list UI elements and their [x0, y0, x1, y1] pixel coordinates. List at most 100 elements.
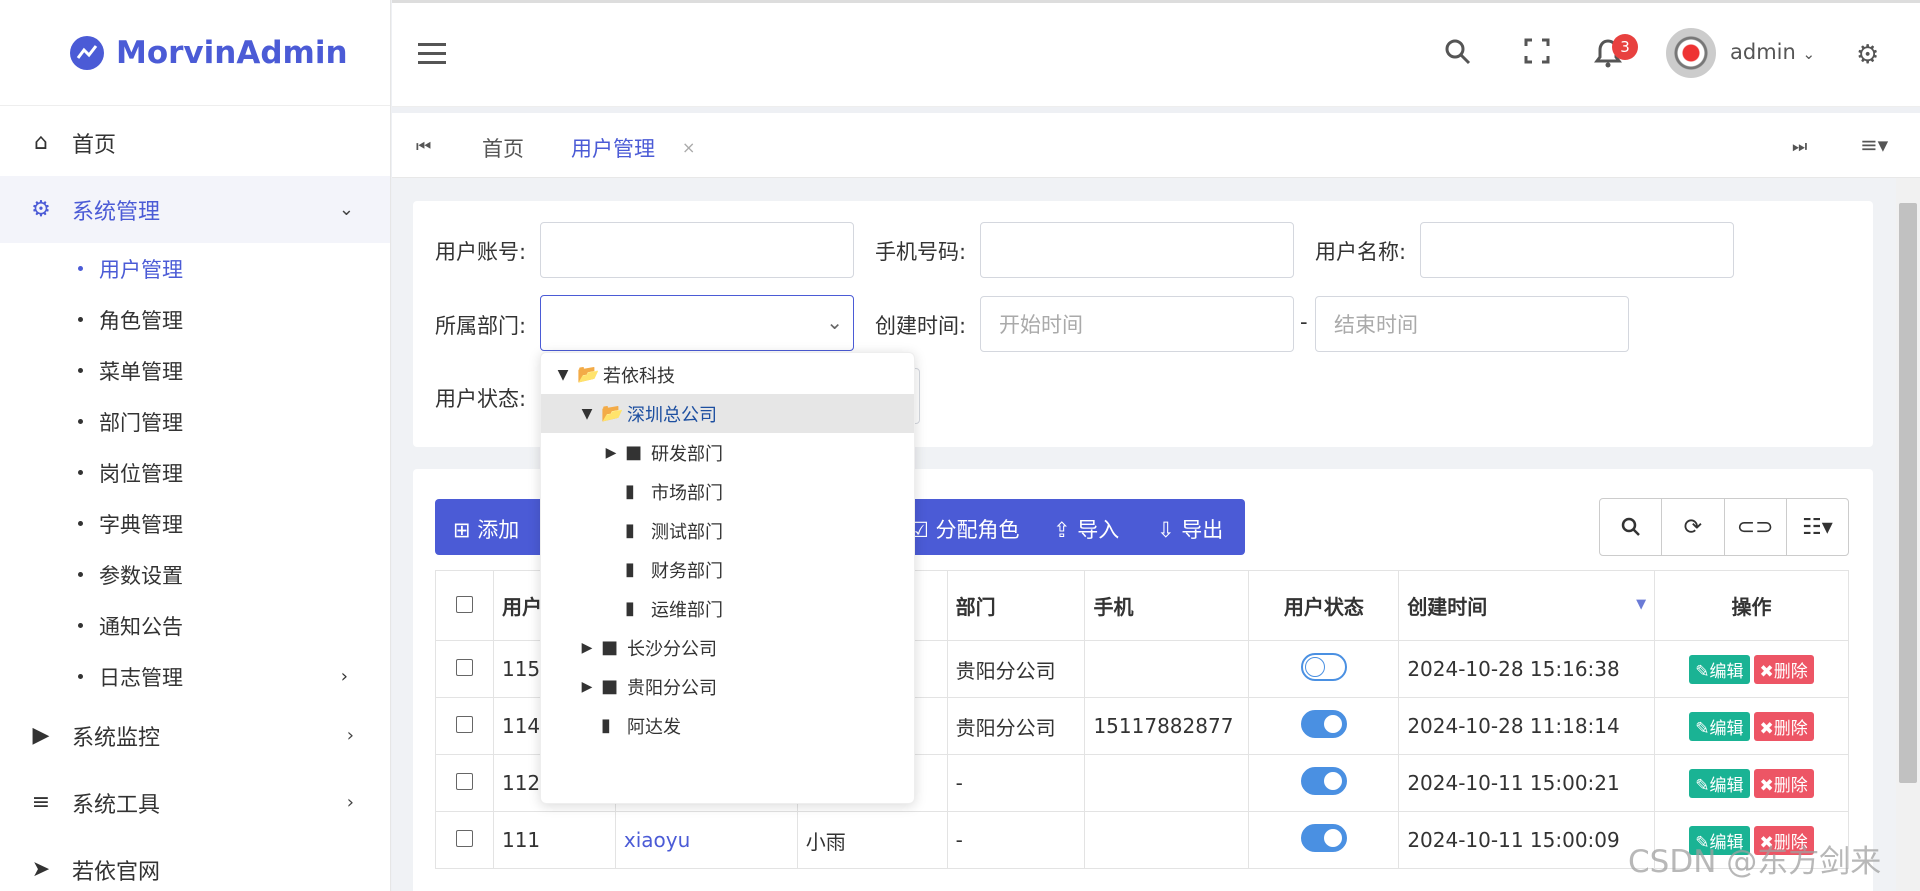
folder-icon: ■ [625, 442, 643, 463]
sidebar: MorvinAdmin ⌂ 首页 ⚙ 系统管理 ⌄ 用户管理 角色管理 菜单管理… [0, 0, 391, 891]
tree-node[interactable]: ▶ ■ 贵阳分公司 [541, 667, 914, 706]
tree-node[interactable]: ▮ 阿达发 [541, 706, 914, 745]
sidebar-subitem-post[interactable]: 岗位管理 [0, 447, 390, 498]
tree-node[interactable]: ▼ 📂 深圳总公司 [541, 394, 914, 433]
col-created-header[interactable]: 创建时间 ▼ [1398, 570, 1656, 641]
sidebar-subitem-config[interactable]: 参数设置 [0, 549, 390, 600]
user-menu[interactable]: admin ⌄ [1730, 40, 1815, 64]
sidebar-subitem-dept[interactable]: 部门管理 [0, 396, 390, 447]
tree-node[interactable]: ▮ 市场部门 [541, 472, 914, 511]
export-button[interactable]: ⇩ 导出 [1157, 514, 1223, 544]
status-toggle[interactable] [1300, 652, 1347, 681]
folder-icon: ■ [601, 637, 619, 658]
assign-role-button[interactable]: ☑ 分配角色 [910, 514, 1020, 544]
avatar[interactable] [1666, 28, 1716, 78]
tree-node[interactable]: ▼ 📂 若依科技 [541, 355, 914, 394]
date-range-separator: - [1300, 310, 1308, 334]
scrollbar-thumb[interactable] [1899, 203, 1917, 783]
caret-right-icon[interactable]: ▶ [579, 679, 595, 695]
watermark: CSDN @东方剑来 [1628, 844, 1882, 880]
row-select-cell[interactable] [435, 754, 494, 812]
sidebar-subitem-dict[interactable]: 字典管理 [0, 498, 390, 549]
sidebar-item-website[interactable]: ➤ 若依官网 [0, 836, 390, 891]
row-select-cell[interactable] [435, 697, 494, 755]
row-checkbox[interactable] [455, 773, 473, 790]
tab-scroll-right-icon[interactable]: ⏭ [1792, 137, 1807, 157]
caret-down-icon[interactable]: ▼ [555, 367, 571, 383]
file-icon: ▮ [601, 715, 611, 736]
tree-node[interactable]: ▶ ■ 研发部门 [541, 433, 914, 472]
dept-select[interactable]: ⌄ [540, 295, 854, 351]
sidebar-item-label: 字典管理 [99, 512, 183, 537]
sidebar-subitem-user[interactable]: 用户管理 [0, 243, 390, 294]
row-select-cell[interactable] [435, 811, 494, 869]
tree-node[interactable]: ▮ 财务部门 [541, 550, 914, 589]
col-dept-header[interactable]: 部门 [946, 570, 1086, 641]
caret-down-icon[interactable]: ▼ [579, 406, 595, 422]
status-toggle[interactable] [1300, 766, 1347, 795]
tree-node-label: 财务部门 [651, 560, 723, 582]
sidebar-item-tools[interactable]: ≡ 系统工具 › [0, 769, 390, 836]
sidebar-item-system[interactable]: ⚙ 系统管理 ⌄ [0, 176, 390, 243]
tree-node[interactable]: ▮ 测试部门 [541, 511, 914, 550]
sidebar-subitem-log[interactable]: 日志管理 › [0, 651, 390, 702]
menu-toggle-icon[interactable] [418, 43, 446, 70]
sidebar-item-label: 若依官网 [72, 859, 161, 885]
sidebar-subitem-role[interactable]: 角色管理 [0, 294, 390, 345]
refresh-button[interactable]: ⟳ [1662, 499, 1725, 555]
tree-node[interactable]: ▮ 运维部门 [541, 589, 914, 628]
actions-cell: ✎编辑 ✖删除 [1654, 640, 1849, 698]
delete-button[interactable]: ✖删除 [1753, 768, 1814, 798]
actions-cell: ✎编辑 ✖删除 [1654, 697, 1849, 755]
row-checkbox[interactable] [455, 716, 473, 733]
caret-right-icon[interactable]: ▶ [603, 445, 619, 461]
select-all-cell[interactable] [435, 570, 494, 641]
status-toggle[interactable] [1300, 709, 1347, 738]
logo[interactable]: MorvinAdmin [0, 0, 390, 106]
chevron-down-icon: ⌄ [826, 310, 843, 334]
delete-button[interactable]: ✖删除 [1753, 711, 1814, 741]
row-checkbox[interactable] [455, 830, 473, 847]
bullet-icon [78, 419, 83, 424]
account-input[interactable] [540, 222, 854, 278]
username-input[interactable] [1420, 222, 1734, 278]
settings-gear-icon[interactable]: ⚙ [1856, 40, 1879, 70]
row-checkbox[interactable] [455, 659, 473, 676]
row-select-cell[interactable] [435, 640, 494, 698]
add-button[interactable]: ⊞ 添加 [453, 514, 519, 544]
sidebar-item-home[interactable]: ⌂ 首页 [0, 109, 390, 176]
status-toggle[interactable] [1300, 823, 1347, 852]
select-all-checkbox[interactable] [455, 595, 473, 613]
edit-button[interactable]: ✎编辑 [1689, 711, 1750, 741]
search-icon [1621, 517, 1640, 536]
sidebar-subitem-notice[interactable]: 通知公告 [0, 600, 390, 651]
tab-user-management[interactable]: 用户管理 [571, 133, 655, 163]
login-name-cell[interactable]: xiaoyu [614, 811, 798, 869]
sidebar-item-label: 系统监控 [72, 725, 161, 751]
col-status-header[interactable]: 用户状态 [1248, 570, 1400, 641]
export-label: 导出 [1181, 518, 1224, 542]
end-date-input[interactable]: 结束时间 [1315, 296, 1629, 352]
start-date-input[interactable]: 开始时间 [980, 296, 1294, 352]
fullscreen-icon[interactable] [1524, 38, 1550, 71]
tab-close-icon[interactable]: × [682, 138, 695, 157]
col-phone-header[interactable]: 手机 [1084, 570, 1250, 641]
caret-right-icon[interactable]: ▶ [579, 640, 595, 656]
toggle-search-button[interactable] [1600, 499, 1663, 555]
tab-scroll-left-icon[interactable]: ⏮ [416, 137, 431, 157]
delete-button[interactable]: ✖删除 [1753, 654, 1814, 684]
edit-button[interactable]: ✎编辑 [1689, 654, 1750, 684]
edit-button[interactable]: ✎编辑 [1689, 768, 1750, 798]
sidebar-subitem-menu[interactable]: 菜单管理 [0, 345, 390, 396]
sidebar-item-monitor[interactable]: ▶ 系统监控 › [0, 702, 390, 769]
tab-options-icon[interactable]: ≡▾ [1860, 133, 1888, 157]
sort-desc-icon[interactable]: ▼ [1636, 597, 1646, 612]
toggle-view-button[interactable]: ⊂⊃ [1725, 499, 1787, 555]
columns-button[interactable]: ☷▾ [1787, 499, 1848, 555]
import-button[interactable]: ⇪ 导入 [1053, 514, 1119, 544]
tab-home[interactable]: 首页 [482, 133, 524, 163]
tree-node[interactable]: ▶ ■ 长沙分公司 [541, 628, 914, 667]
search-icon[interactable] [1444, 38, 1472, 73]
phone-input[interactable] [980, 222, 1294, 278]
page-scrollbar[interactable] [1896, 178, 1920, 891]
